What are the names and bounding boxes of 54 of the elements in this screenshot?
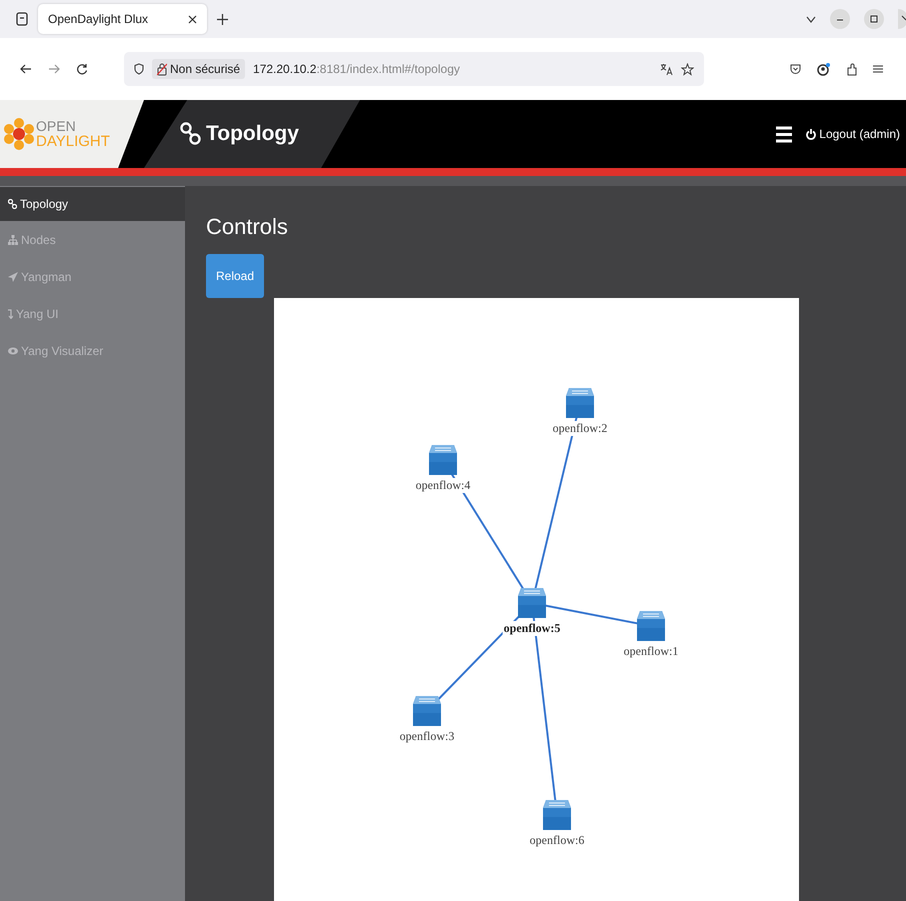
logo-text: OPEN (36, 118, 77, 134)
node-label: openflow:2 (552, 421, 608, 436)
close-icon[interactable] (188, 14, 198, 24)
extensions-icon[interactable] (846, 62, 857, 76)
shield-icon (134, 63, 144, 75)
address-bar[interactable]: Non sécurisé 172.20.10.2:8181/index.html#/topology (124, 52, 704, 86)
switch-icon[interactable] (518, 587, 546, 619)
arrow-down-icon (8, 308, 13, 318)
switch-icon[interactable] (413, 695, 441, 727)
power-icon (806, 128, 816, 140)
chevron-down-icon[interactable] (806, 16, 816, 22)
logout-link[interactable]: Logout (admin) (806, 127, 900, 141)
back-icon[interactable] (20, 64, 32, 74)
tab-title: OpenDaylight Dlux (48, 12, 148, 26)
node-label: openflow:3 (398, 729, 456, 744)
flower-icon (4, 117, 34, 151)
paper-plane-icon (8, 272, 18, 282)
sidebar-item[interactable]: Yang Visualizer (0, 332, 185, 369)
logo[interactable]: OPEN DAYLIGHT (0, 100, 144, 168)
sitemap-icon (8, 234, 18, 244)
url-text: 172.20.10.2:8181/index.html#/topology (253, 62, 460, 76)
forward-icon[interactable] (48, 64, 60, 74)
sidebar-item[interactable]: Nodes (0, 221, 185, 258)
logo-text: DAYLIGHT (36, 134, 110, 150)
security-indicator[interactable]: Non sécurisé (152, 59, 246, 79)
eye-icon (8, 346, 18, 354)
switch-icon[interactable] (566, 387, 594, 419)
menu-icon[interactable] (873, 64, 883, 74)
switch-icon[interactable] (543, 799, 571, 831)
lock-warning-icon (157, 62, 167, 76)
star-icon[interactable] (681, 62, 694, 76)
account-icon[interactable] (817, 62, 830, 76)
reload-icon[interactable] (76, 63, 88, 75)
topology-icon (180, 122, 202, 146)
sidebar-item[interactable]: Topology (0, 187, 185, 221)
reload-button[interactable]: Reload (206, 254, 264, 298)
switch-icon[interactable] (429, 444, 457, 476)
node-label: openflow:5 (502, 621, 562, 636)
tab-list-icon[interactable] (16, 12, 28, 26)
browser-tab[interactable]: OpenDaylight Dlux (38, 4, 208, 34)
pocket-icon[interactable] (790, 64, 801, 74)
sidebar-item[interactable]: Yang UI (0, 295, 185, 332)
topology-icon (8, 199, 17, 209)
translate-icon[interactable] (660, 62, 673, 76)
page-title: Topology (206, 122, 299, 146)
section-heading: Controls (206, 214, 288, 240)
node-label: openflow:6 (528, 833, 586, 848)
security-label: Non sécurisé (170, 62, 240, 76)
node-label: openflow:1 (622, 644, 680, 659)
switch-icon[interactable] (637, 610, 665, 642)
new-tab-icon[interactable] (217, 14, 228, 24)
restore-icon[interactable] (864, 9, 884, 29)
node-label: openflow:4 (414, 478, 472, 493)
sidebar-item[interactable]: Yangman (0, 258, 185, 295)
